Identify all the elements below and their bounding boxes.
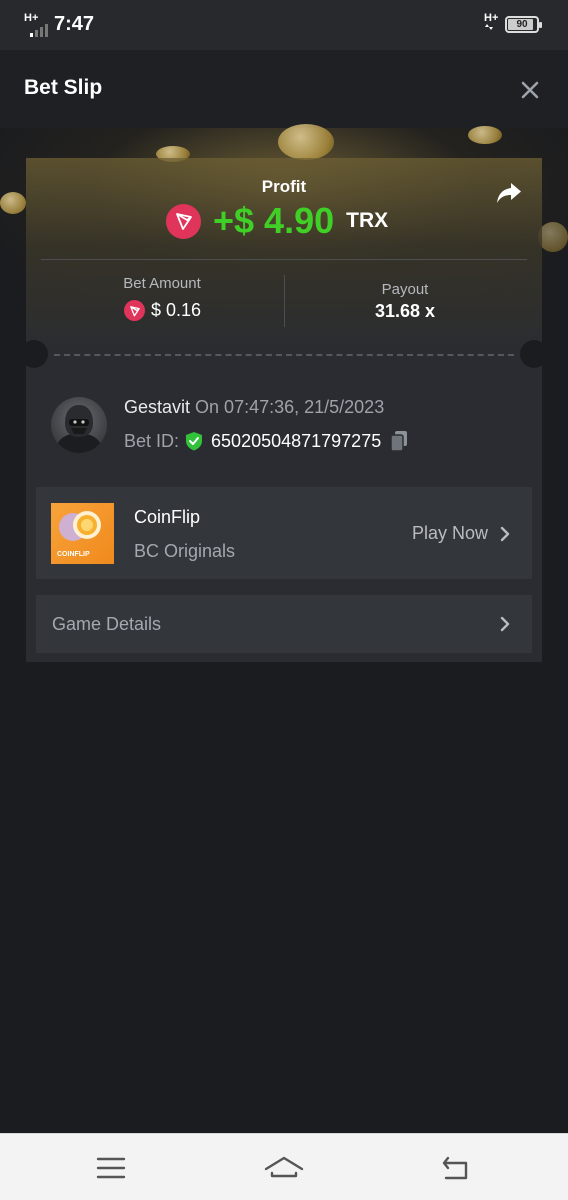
decorative-coin: [0, 192, 26, 214]
avatar[interactable]: [51, 397, 107, 453]
decorative-coin: [538, 222, 568, 252]
ticket-notch-right: [520, 340, 548, 368]
decorative-coin: [278, 124, 334, 160]
network-type-label: H+: [24, 12, 39, 24]
back-icon[interactable]: [436, 1154, 476, 1182]
ticket-divider: [54, 354, 514, 356]
game-details-row[interactable]: Game Details: [36, 595, 532, 653]
bet-amount-label: Bet Amount: [123, 275, 201, 292]
game-thumbnail: COINFLIP: [51, 503, 114, 564]
bet-amount-value: $ 0.16: [151, 300, 202, 320]
page-title: Bet Slip: [24, 76, 103, 99]
chevron-right-icon[interactable]: [498, 615, 512, 633]
home-icon[interactable]: [264, 1154, 304, 1182]
network-indicator: H+: [24, 12, 50, 37]
decorative-coin: [468, 126, 502, 144]
bet-timestamp: On 07:47:36, 21/5/2023: [195, 397, 385, 417]
network-type-right: H+: [484, 13, 498, 33]
battery-icon: 90: [505, 16, 542, 33]
battery-level: 90: [516, 19, 528, 30]
profit-row: +$ 4.90 TRX: [166, 198, 388, 244]
trx-coin-icon: [166, 203, 201, 239]
username[interactable]: Gestavit: [124, 397, 190, 417]
share-icon[interactable]: [494, 178, 524, 208]
chevron-right-icon[interactable]: [498, 525, 512, 543]
user-line: Gestavit On 07:47:36, 21/5/2023: [124, 397, 384, 418]
signal-icon: [30, 24, 48, 37]
profit-currency: TRX: [346, 209, 389, 232]
payout-value: 31.68 x: [374, 301, 436, 321]
system-nav-bar: [0, 1133, 568, 1200]
bet-id-label: Bet ID:: [124, 430, 180, 451]
game-provider: BC Originals: [134, 541, 236, 561]
shield-check-icon: [186, 432, 203, 451]
copy-icon[interactable]: [389, 430, 409, 452]
bet-id-row: Bet ID: 65020504871797275: [124, 430, 409, 452]
close-icon[interactable]: [516, 76, 544, 104]
thumbnail-label: COINFLIP: [57, 551, 90, 558]
bet-id-value: 65020504871797275: [211, 430, 382, 451]
profit-label: Profit: [261, 177, 307, 196]
bet-amount-row: $ 0.16: [124, 300, 201, 321]
app-header: Bet Slip: [0, 50, 568, 128]
play-now-button[interactable]: Play Now: [412, 523, 488, 544]
profit-amount: +$ 4.90: [213, 200, 335, 241]
menu-icon[interactable]: [91, 1154, 131, 1182]
game-details-label: Game Details: [52, 614, 162, 634]
game-name: CoinFlip: [134, 507, 201, 527]
game-card[interactable]: COINFLIP CoinFlip BC Originals Play Now: [36, 487, 532, 579]
summary-divider: [41, 259, 527, 260]
trx-coin-icon: [124, 300, 145, 321]
payout-label: Payout: [381, 281, 429, 298]
status-bar: H+ 7:47 H+ 90: [0, 0, 568, 50]
status-time: 7:47: [54, 13, 95, 35]
ticket-notch-left: [20, 340, 48, 368]
